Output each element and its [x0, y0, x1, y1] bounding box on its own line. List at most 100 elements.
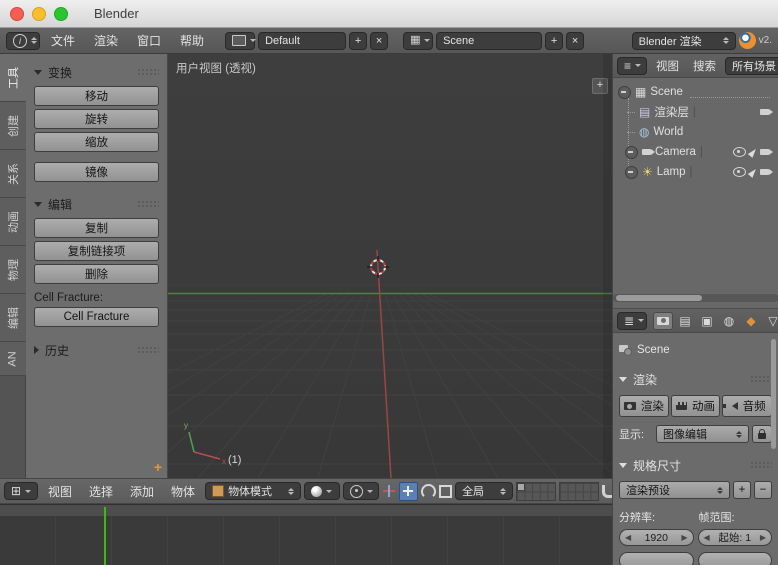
timeline-playhead[interactable] — [104, 507, 106, 565]
tab-relations[interactable]: 关系 — [0, 150, 26, 198]
display-mode-selector[interactable]: 图像编辑 — [656, 425, 749, 443]
delete-button[interactable]: 删除 — [34, 264, 159, 284]
timeline-track-area[interactable] — [0, 516, 612, 565]
delete-scene-button[interactable]: × — [566, 31, 585, 50]
remove-preset-button[interactable]: − — [754, 481, 772, 499]
menu-file[interactable]: 文件 — [43, 32, 83, 49]
outliner-row-renderlayer[interactable]: ▤ 渲染层 | — [613, 102, 778, 122]
layers-grid-2[interactable] — [559, 481, 600, 501]
tab-animation[interactable]: 动画 — [0, 198, 26, 246]
selectability-cursor-icon[interactable] — [747, 166, 759, 178]
menu-view[interactable]: 视图 — [41, 483, 79, 500]
menu-view[interactable]: 视图 — [651, 58, 684, 74]
editor-type-selector[interactable] — [6, 31, 40, 50]
menu-search[interactable]: 搜索 — [688, 58, 721, 74]
collapse-icon[interactable] — [625, 165, 638, 179]
render-presets-selector[interactable]: 渲染预设 — [619, 481, 730, 499]
cell-fracture-button[interactable]: Cell Fracture — [34, 307, 159, 327]
viewport-scroll-region[interactable] — [603, 54, 612, 478]
pivot-selector[interactable] — [343, 482, 380, 500]
render-audio-button[interactable]: 音频 — [722, 395, 773, 417]
screen-layout-browse[interactable] — [225, 31, 257, 50]
new-layout-button[interactable]: + — [349, 31, 368, 50]
vertical-scrollbar[interactable] — [771, 339, 776, 449]
timeline[interactable] — [0, 504, 612, 565]
duplicate-linked-button[interactable]: 复制链接项 — [34, 241, 159, 261]
editor-type-selector[interactable] — [617, 311, 647, 330]
menu-help[interactable]: 帮助 — [172, 32, 212, 49]
panel-header-render[interactable]: 渲染 — [619, 369, 772, 389]
decrement-icon[interactable]: ◀ — [625, 533, 631, 542]
outliner-row-scene[interactable]: ▦ Scene — [613, 82, 778, 102]
manipulator-axis-icon[interactable] — [382, 484, 396, 498]
menu-select[interactable]: 选择 — [82, 483, 120, 500]
tab-tools[interactable]: 工具 — [0, 54, 26, 102]
resolution-y-field[interactable] — [619, 552, 694, 565]
decrement-icon[interactable]: ◀ — [704, 533, 710, 542]
outliner-filter-selector[interactable]: 所有场景 — [725, 56, 778, 75]
scale-manipulator-toggle[interactable] — [439, 484, 453, 498]
mode-selector[interactable]: 物体模式 — [205, 482, 302, 500]
screen-layout-field[interactable]: Default — [258, 31, 347, 50]
resolution-x-field[interactable]: ◀ 1920 ▶ — [619, 529, 694, 546]
outliner-row-camera[interactable]: Camera | — [613, 142, 778, 162]
visibility-eye-icon[interactable] — [733, 147, 746, 157]
scene-browse[interactable] — [403, 31, 434, 50]
snap-magnet-toggle[interactable] — [602, 484, 612, 498]
tab-edit[interactable]: 编辑 — [0, 294, 26, 342]
viewport-shading-selector[interactable] — [304, 482, 341, 500]
new-scene-button[interactable]: + — [545, 31, 564, 50]
increment-icon[interactable]: ▶ — [681, 533, 687, 542]
menu-add[interactable]: 添加 — [123, 483, 161, 500]
lock-interface-button[interactable] — [752, 425, 772, 443]
horizontal-scrollbar[interactable] — [613, 294, 778, 302]
render-toggle-icon[interactable] — [760, 109, 773, 115]
delete-layout-button[interactable]: × — [370, 31, 389, 50]
add-panel-icon[interactable]: + — [154, 459, 162, 475]
collapse-icon[interactable] — [625, 145, 638, 159]
menu-render[interactable]: 渲染 — [86, 32, 126, 49]
panel-header-edit[interactable]: 编辑 — [34, 194, 159, 214]
duplicate-button[interactable]: 复制 — [34, 218, 159, 238]
panel-header-history[interactable]: 历史 — [34, 340, 159, 360]
collapse-icon[interactable] — [618, 85, 631, 99]
render-still-button[interactable]: 渲染 — [619, 395, 669, 417]
tab-object[interactable]: ◆ — [741, 312, 761, 330]
scrollbar-thumb[interactable] — [616, 295, 702, 301]
tab-object-data[interactable]: ▽ — [763, 312, 778, 330]
translate-manipulator-toggle[interactable] — [399, 481, 419, 501]
tab-scene[interactable]: ▣ — [697, 312, 717, 330]
render-animation-button[interactable]: 动画 — [670, 395, 721, 417]
editor-type-selector[interactable] — [4, 482, 38, 500]
outliner-row-world[interactable]: ◍ World — [613, 122, 778, 142]
zoom-window-button[interactable] — [54, 6, 68, 21]
orientation-selector[interactable]: 全局 — [455, 482, 514, 500]
tab-physics[interactable]: 物理 — [0, 246, 26, 294]
menu-window[interactable]: 窗口 — [129, 32, 169, 49]
editor-type-selector[interactable] — [617, 56, 647, 75]
layers-grid-1[interactable] — [516, 481, 557, 501]
renderability-camera-icon[interactable] — [760, 149, 773, 155]
renderability-camera-icon[interactable] — [760, 169, 773, 175]
render-engine-selector[interactable]: Blender 渲染 — [631, 31, 736, 50]
panel-header-dimensions[interactable]: 规格尺寸 — [619, 455, 772, 475]
mirror-button[interactable]: 镜像 — [34, 162, 159, 182]
outliner-row-lamp[interactable]: ☀ Lamp | — [613, 162, 778, 182]
tab-an[interactable]: AN — [0, 342, 26, 376]
tab-create[interactable]: 创建 — [0, 102, 26, 150]
visibility-eye-icon[interactable] — [733, 167, 746, 177]
viewport-3d[interactable]: x y 用户视图 (透视) + (1) — [168, 54, 612, 478]
scale-button[interactable]: 缩放 — [34, 132, 159, 152]
rotate-manipulator-toggle[interactable] — [421, 483, 437, 499]
increment-icon[interactable]: ▶ — [760, 533, 766, 542]
tab-render[interactable] — [653, 311, 673, 330]
rotate-button[interactable]: 旋转 — [34, 109, 159, 129]
selectability-cursor-icon[interactable] — [747, 146, 759, 158]
translate-button[interactable]: 移动 — [34, 86, 159, 106]
close-window-button[interactable] — [10, 6, 24, 21]
menu-object[interactable]: 物体 — [164, 483, 202, 500]
minimize-window-button[interactable] — [32, 6, 46, 21]
tab-render-layers[interactable]: ▤ — [675, 312, 695, 330]
tab-world[interactable]: ◍ — [719, 312, 739, 330]
frame-end-field[interactable] — [697, 552, 772, 565]
